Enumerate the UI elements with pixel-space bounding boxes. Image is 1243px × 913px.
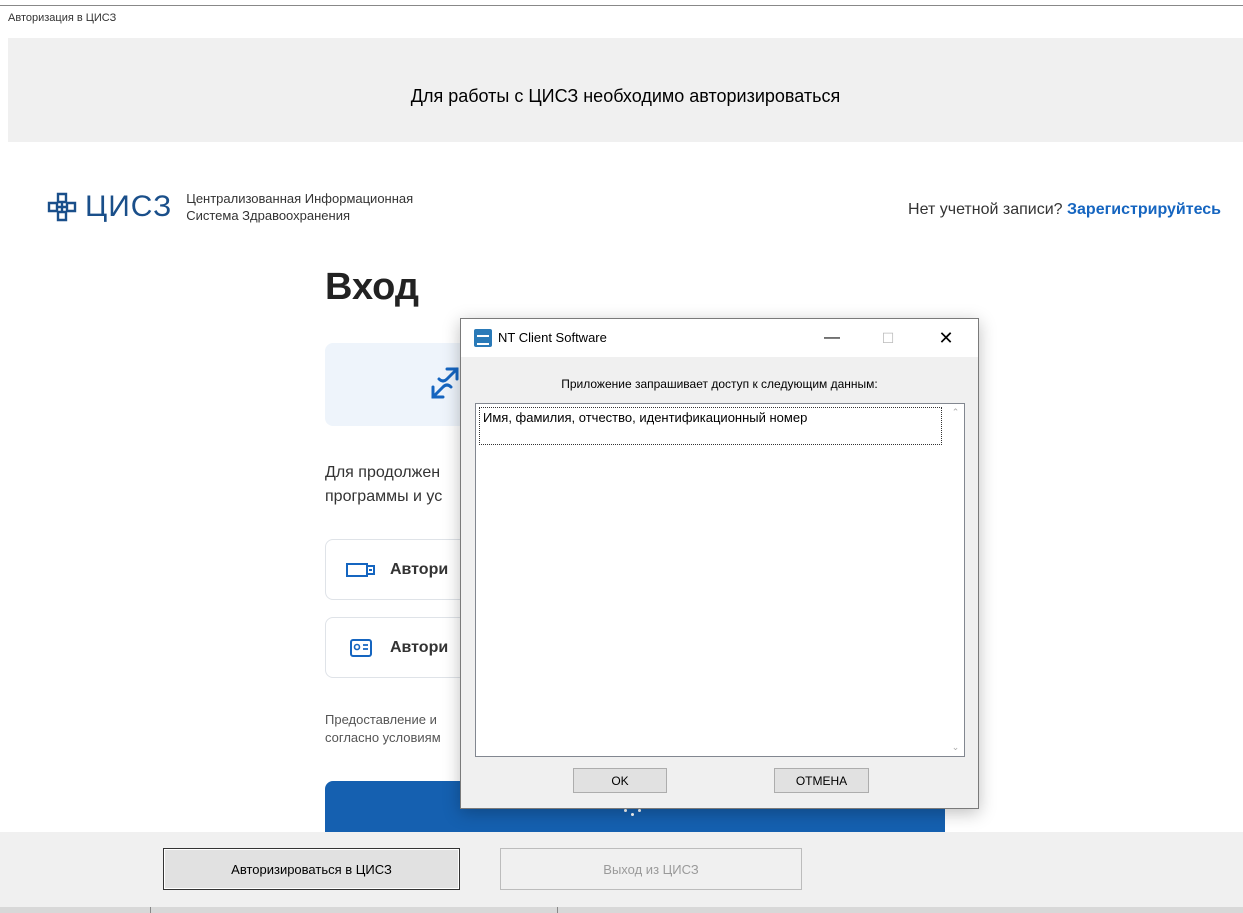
authorize-button[interactable]: Авторизироваться в ЦИСЗ	[163, 848, 460, 890]
continue-text: Для продолжен программы и ус	[325, 461, 442, 509]
register-question: Нет учетной записи?	[908, 201, 1063, 218]
dialog-titlebar[interactable]: NT Client Software — ☐ ✕	[461, 319, 978, 357]
brand-subtitle: Централизованная Информационная Система …	[186, 190, 413, 224]
brand-name: ЦИСЗ	[85, 190, 173, 223]
auth-option-id-label: Автори	[390, 638, 449, 656]
brand-logo[interactable]: ЦИСЗ Централизованная Информационная Сис…	[45, 190, 413, 224]
list-item[interactable]: Имя, фамилия, отчество, идентификационны…	[479, 407, 942, 445]
status-strip	[0, 907, 1243, 913]
continue-line1: Для продолжен	[325, 464, 441, 481]
status-divider	[150, 907, 151, 913]
banner-text: Для работы с ЦИСЗ необходимо авторизиров…	[410, 86, 841, 106]
continue-line2: программы и ус	[325, 488, 443, 505]
minimize-button[interactable]: —	[809, 319, 855, 357]
app-icon	[474, 329, 492, 347]
permissions-list[interactable]: Имя, фамилия, отчество, идентификационны…	[475, 403, 965, 757]
id-card-icon	[346, 637, 376, 659]
status-divider	[557, 907, 558, 913]
dialog-prompt: Приложение запрашивает доступ к следующи…	[561, 377, 878, 391]
list-scrollbar[interactable]: ⌃ ⌄	[947, 404, 964, 756]
cancel-button[interactable]: ОТМЕНА	[774, 768, 869, 793]
register-prompt: Нет учетной записи? Зарегистрируйтесь	[908, 201, 1221, 219]
terms-note: Предоставление и согласно условиям	[325, 711, 441, 747]
dialog-title: NT Client Software	[498, 330, 607, 345]
info-banner: Для работы с ЦИСЗ необходимо авторизиров…	[8, 38, 1243, 142]
scroll-up-icon[interactable]: ⌃	[947, 404, 964, 421]
ciszlogo-icon	[47, 192, 77, 222]
scroll-down-icon[interactable]: ⌄	[947, 739, 964, 756]
top-divider	[0, 5, 1243, 6]
auth-option-usb-label: Автори	[390, 560, 449, 578]
window-title: Авторизация в ЦИСЗ	[8, 12, 117, 24]
close-button[interactable]: ✕	[923, 319, 969, 357]
register-link[interactable]: Зарегистрируйтесь	[1067, 201, 1221, 218]
brand-subtitle-line1: Централизованная Информационная	[186, 191, 414, 206]
logout-button: Выход из ЦИСЗ	[500, 848, 802, 890]
maximize-button: ☐	[881, 329, 895, 346]
page-title: Вход	[325, 266, 419, 308]
link-icon	[431, 367, 459, 399]
usb-key-icon	[346, 559, 376, 581]
terms-note-line2: согласно условиям	[325, 730, 441, 745]
app-window: Авторизация в ЦИСЗ Для работы с ЦИСЗ нео…	[0, 0, 1243, 913]
ok-button[interactable]: OK	[573, 768, 667, 793]
consent-dialog: NT Client Software — ☐ ✕ Приложение запр…	[460, 318, 979, 809]
brand-subtitle-line2: Система Здравоохранения	[186, 208, 350, 223]
terms-note-line1: Предоставление и	[325, 712, 437, 727]
